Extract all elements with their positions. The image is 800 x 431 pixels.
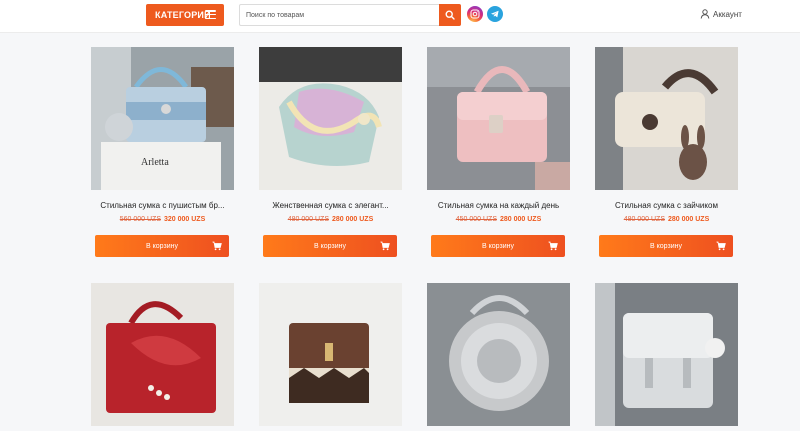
search-icon bbox=[445, 10, 455, 20]
add-to-cart-button[interactable]: В корзину bbox=[263, 235, 397, 257]
telegram-icon bbox=[491, 10, 499, 18]
product-image[interactable] bbox=[91, 283, 234, 426]
product-title[interactable]: Стильная сумка на каждый день bbox=[427, 201, 570, 210]
search-box bbox=[239, 4, 461, 26]
product-title[interactable]: Стильная сумка с зайчиком bbox=[595, 201, 738, 210]
old-price: 480 000 UZS bbox=[287, 216, 329, 223]
add-to-cart-button[interactable]: В корзину bbox=[431, 235, 565, 257]
account-link[interactable]: Аккаунт bbox=[700, 9, 742, 19]
telegram-link[interactable] bbox=[487, 6, 503, 22]
account-label: Аккаунт bbox=[713, 9, 742, 19]
search-button[interactable] bbox=[439, 4, 461, 26]
add-to-cart-button[interactable]: В корзину bbox=[95, 235, 229, 257]
cart-icon bbox=[212, 241, 222, 251]
product-image[interactable] bbox=[595, 47, 738, 190]
product-image[interactable]: Arletta bbox=[91, 47, 234, 190]
old-price: 450 000 UZS bbox=[455, 216, 497, 223]
product-image[interactable] bbox=[427, 47, 570, 190]
old-price: 560 000 UZS bbox=[119, 216, 161, 223]
product-image[interactable] bbox=[259, 283, 402, 426]
product-price: 480 000 UZS 280 000 UZS bbox=[595, 216, 738, 223]
current-price: 280 000 UZS bbox=[332, 216, 374, 223]
instagram-link[interactable] bbox=[467, 6, 483, 22]
product-price: 480 000 UZS 280 000 UZS bbox=[259, 216, 402, 223]
old-price: 480 000 UZS bbox=[623, 216, 665, 223]
cart-icon bbox=[548, 241, 558, 251]
product-price: 560 000 UZS 320 000 UZS bbox=[91, 216, 234, 223]
current-price: 280 000 UZS bbox=[668, 216, 710, 223]
instagram-icon bbox=[470, 9, 480, 19]
product-title[interactable]: Стильная сумка с пушистым бр... bbox=[91, 201, 234, 210]
product-image[interactable] bbox=[259, 47, 402, 190]
add-to-cart-label: В корзину bbox=[314, 242, 346, 250]
menu-icon bbox=[205, 10, 216, 19]
add-to-cart-label: В корзину bbox=[482, 242, 514, 250]
product-image[interactable] bbox=[595, 283, 738, 426]
product-image[interactable] bbox=[427, 283, 570, 426]
product-title[interactable]: Женственная сумка с элегант... bbox=[259, 201, 402, 210]
categories-label: КАТЕГОРИИ bbox=[155, 10, 211, 20]
svg-text:Arletta: Arletta bbox=[141, 157, 169, 168]
product-price: 450 000 UZS 280 000 UZS bbox=[427, 216, 570, 223]
add-to-cart-label: В корзину bbox=[650, 242, 682, 250]
current-price: 280 000 UZS bbox=[500, 216, 542, 223]
site-header: КАТЕГОРИИ Аккаунт bbox=[0, 0, 800, 33]
cart-icon bbox=[716, 241, 726, 251]
search-input[interactable] bbox=[240, 5, 438, 25]
user-icon bbox=[700, 9, 710, 19]
add-to-cart-label: В корзину bbox=[146, 242, 178, 250]
current-price: 320 000 UZS bbox=[164, 216, 206, 223]
categories-button[interactable]: КАТЕГОРИИ bbox=[146, 4, 224, 26]
add-to-cart-button[interactable]: В корзину bbox=[599, 235, 733, 257]
cart-icon bbox=[380, 241, 390, 251]
